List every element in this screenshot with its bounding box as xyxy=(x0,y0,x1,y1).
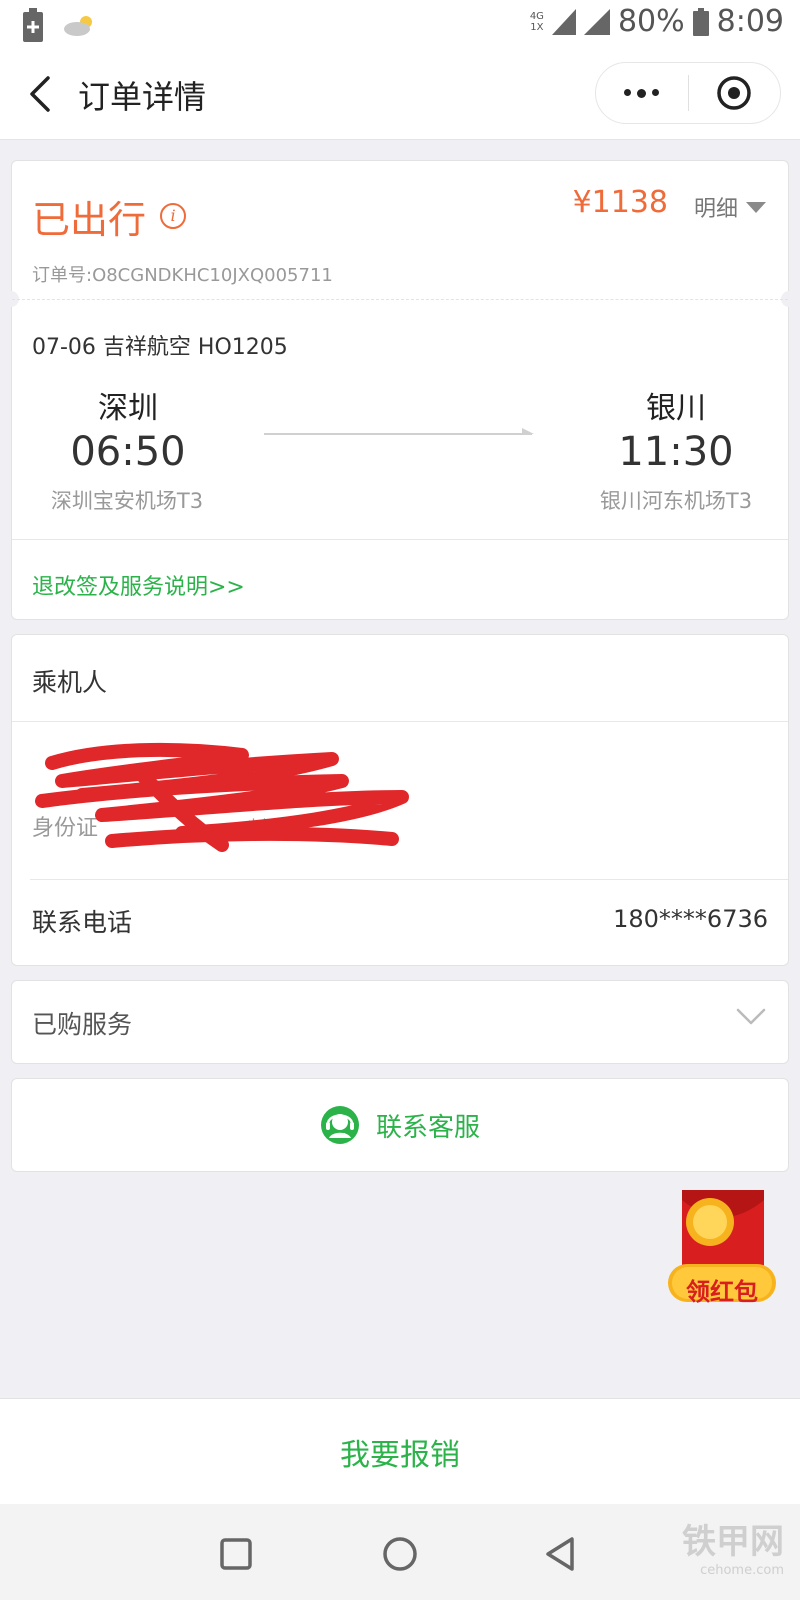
battery-percent: 80% xyxy=(617,4,685,39)
chevron-down-icon xyxy=(736,1008,766,1025)
headset-agent-icon xyxy=(320,1106,359,1144)
customer-service-label: 联系客服 xyxy=(375,1112,480,1143)
redaction-scribble xyxy=(35,742,409,852)
order-card: 已出行 i ¥1138 明细 订单号:O8CGNDKHC10JXQ005711 … xyxy=(3,160,797,620)
arrival-city: 银川 xyxy=(646,391,706,426)
mini-program-capsule xyxy=(595,62,781,124)
signal-icon xyxy=(583,8,610,35)
reimburse-label: 我要报销 xyxy=(340,1437,460,1473)
square-icon xyxy=(220,1538,252,1570)
triangle-down-icon xyxy=(746,201,766,213)
order-number: 订单号:O8CGNDKHC10JXQ005711 xyxy=(32,265,333,286)
detail-label: 明细 xyxy=(693,197,738,222)
chevron-left-icon xyxy=(30,76,50,112)
target-circle-icon xyxy=(717,76,751,110)
flight-info: 07-06 吉祥航空 HO1205 xyxy=(32,335,288,360)
page-title: 订单详情 xyxy=(78,78,207,116)
departure-time: 06:50 xyxy=(70,429,186,475)
purchased-services-title: 已购服务 xyxy=(32,1010,133,1039)
route-arrow-icon xyxy=(264,428,534,435)
red-packet-button[interactable]: 领红包 xyxy=(664,1184,780,1306)
red-packet-label: 领红包 xyxy=(686,1278,758,1306)
battery-icon xyxy=(692,7,709,36)
navigation-bar: 订单详情 xyxy=(0,50,800,140)
status-bar: 4G 1X 80% 8:09 xyxy=(0,0,800,50)
passenger-section-title: 乘机人 xyxy=(32,668,108,697)
watermark: 铁甲网 cehome.com xyxy=(682,1522,784,1578)
customer-service-button[interactable]: 联系客服 xyxy=(11,1078,789,1172)
refund-policy-link[interactable]: 退改签及服务说明>> xyxy=(32,569,245,601)
back-nav-button[interactable] xyxy=(540,1532,584,1576)
signal-icon xyxy=(551,8,576,35)
passenger-card: 乘机人 身份证 ****6 联系电话 180****6736 xyxy=(11,634,789,966)
home-button[interactable] xyxy=(378,1532,422,1576)
divider xyxy=(12,539,788,540)
info-icon[interactable]: i xyxy=(160,203,186,229)
departure-airport: 深圳宝安机场T3 xyxy=(50,489,204,513)
divider xyxy=(30,879,788,880)
back-button[interactable] xyxy=(22,72,62,116)
contact-phone-label: 联系电话 xyxy=(32,908,133,937)
clock: 8:09 xyxy=(716,4,784,39)
order-price: ¥1138 xyxy=(572,185,668,220)
reimburse-button[interactable]: 我要报销 xyxy=(0,1398,800,1504)
divider xyxy=(12,721,788,722)
purchased-services-row[interactable]: 已购服务 xyxy=(11,980,789,1064)
circle-icon xyxy=(383,1537,417,1571)
order-status: 已出行 xyxy=(32,198,147,242)
contact-phone-value: 180****6736 xyxy=(613,905,768,933)
departure-city: 深圳 xyxy=(98,391,158,426)
network-type: 4G 1X xyxy=(529,10,544,33)
battery-charging-icon xyxy=(23,8,43,42)
dashed-divider xyxy=(12,299,788,300)
arrival-time: 11:30 xyxy=(618,429,734,475)
system-navigation-bar: 铁甲网 cehome.com xyxy=(0,1504,800,1600)
close-mini-program-button[interactable] xyxy=(689,63,781,123)
triangle-back-icon xyxy=(546,1537,574,1571)
more-dots-icon xyxy=(624,88,660,98)
more-button[interactable] xyxy=(596,63,688,123)
price-detail-button[interactable]: 明细 xyxy=(694,191,766,223)
arrival-airport: 银川河东机场T3 xyxy=(599,489,753,513)
recent-apps-button[interactable] xyxy=(214,1532,258,1576)
weather-cloud-sun-icon xyxy=(64,16,92,36)
